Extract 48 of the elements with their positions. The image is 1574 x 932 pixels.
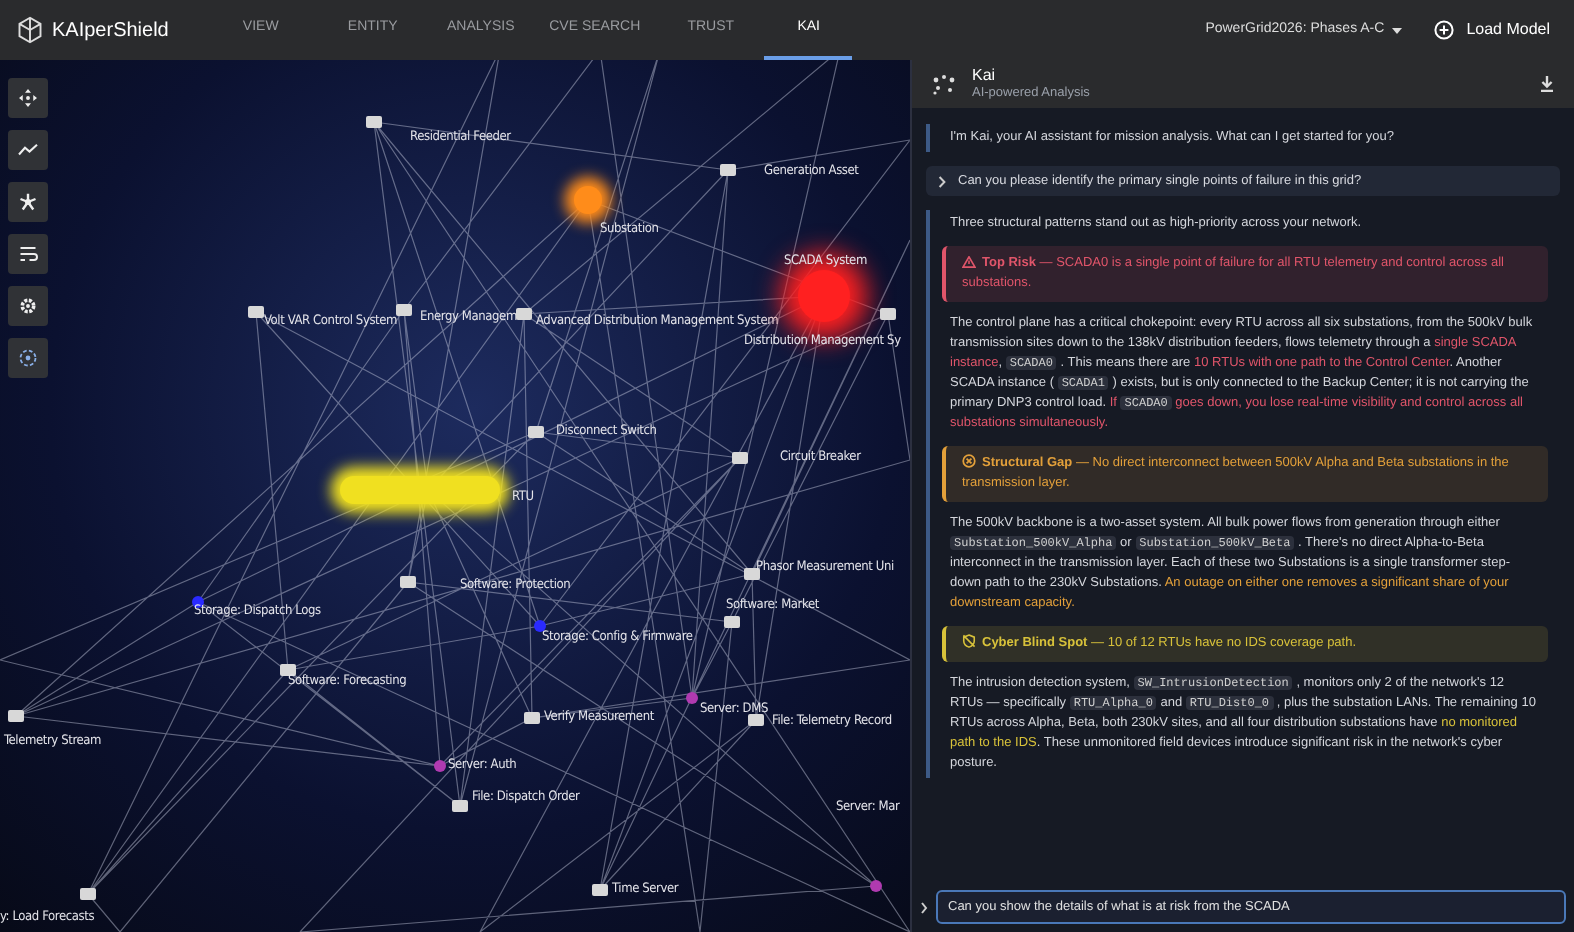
node-marker[interactable]: [528, 426, 544, 438]
node-marker[interactable]: [452, 800, 468, 812]
node-marker[interactable]: [396, 304, 412, 316]
tool-button[interactable]: [8, 234, 48, 274]
glow-marker[interactable]: [574, 186, 602, 214]
node-marker[interactable]: [524, 712, 540, 724]
warning-icon: [962, 256, 976, 268]
download-icon[interactable]: [1540, 76, 1554, 92]
settings-icon: [16, 294, 40, 318]
node-marker[interactable]: [724, 616, 740, 628]
glow-marker[interactable]: [434, 760, 446, 772]
node-marker[interactable]: [720, 164, 736, 176]
node-marker[interactable]: [592, 884, 608, 896]
tool-button[interactable]: [8, 286, 48, 326]
chevron-right-icon: [920, 901, 928, 913]
glow-marker[interactable]: [686, 692, 698, 704]
node-marker[interactable]: [280, 664, 296, 676]
chat-title: Kai: [972, 66, 998, 84]
glow-marker[interactable]: [192, 596, 204, 608]
cross-circle-icon: [962, 454, 976, 468]
glow-marker[interactable]: [798, 270, 850, 322]
chevron-right-icon: [938, 175, 946, 187]
load-model-button[interactable]: Load Model: [1434, 18, 1550, 42]
tool-button[interactable]: [8, 78, 48, 118]
node-marker[interactable]: [366, 116, 382, 128]
plus-circle-icon: [1434, 20, 1455, 40]
dashed-circle-icon: [16, 346, 40, 370]
node-marker[interactable]: [516, 308, 532, 320]
node-marker[interactable]: [748, 714, 764, 726]
node-marker[interactable]: [80, 888, 96, 900]
node-marker[interactable]: [248, 306, 264, 318]
tool-button[interactable]: [8, 130, 48, 170]
node-marker[interactable]: [8, 710, 24, 722]
glow-marker[interactable]: [870, 880, 882, 892]
app-name: KAIperShield: [52, 17, 169, 45]
glow-marker[interactable]: [534, 620, 546, 632]
text-wrap-icon: [16, 242, 40, 266]
node-marker[interactable]: [880, 308, 896, 320]
node-marker[interactable]: [744, 568, 760, 580]
node-marker[interactable]: [732, 452, 748, 464]
tool-button[interactable]: [8, 338, 48, 378]
network-icon: [932, 73, 956, 95]
node-marker[interactable]: [400, 576, 416, 588]
move-icon: [16, 86, 40, 110]
caret-down-icon: [1392, 27, 1403, 33]
glow-marker[interactable]: [340, 476, 500, 504]
tool-button[interactable]: [8, 182, 48, 222]
shield-off-icon: [962, 634, 976, 648]
